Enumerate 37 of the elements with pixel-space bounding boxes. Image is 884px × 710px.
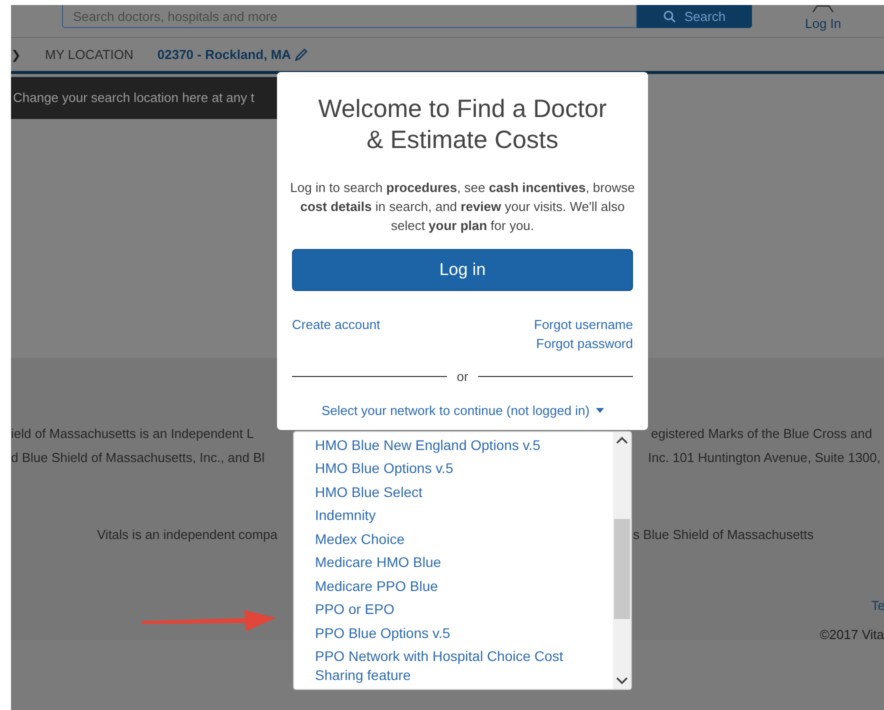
or-divider-text: or [456,368,468,386]
location-label: MY LOCATION [45,46,134,64]
footer-text: Inc. 101 Huntington Avenue, Suite 1300, [648,448,880,467]
network-option[interactable]: HMO Blue Options v.5 [315,456,585,480]
search-icon [663,10,676,23]
network-option[interactable]: Indemnity [315,504,585,527]
forgot-password-link[interactable]: Forgot password [536,334,633,353]
network-option[interactable]: Medicare PPO Blue [315,574,585,598]
location-link[interactable]: 02370 - Rockland, MA [157,44,308,64]
network-option[interactable]: PPO Network with Hospital Choice Cost Sharing feature [315,644,585,687]
network-option[interactable]: Medex Choice [315,527,585,550]
login-link[interactable]: Log In [805,5,842,34]
intro-text: Log in to search procedures, see cash incentives, browse cost details in search, and review your visits. We'll also select your plan for you. [290,179,635,235]
footer-text: ield of Massachusetts is an Independent L [11,426,254,441]
network-option[interactable]: HMO Blue New England Options v.5 [315,433,585,456]
login-button[interactable]: Log in [292,249,633,291]
footer-text: Vitals is an independent compa [97,527,278,542]
dialog-title: Welcome to Find a Doctor & Estimate Costs [317,94,608,156]
scrollbar[interactable] [613,432,631,689]
network-option[interactable]: PPO or EPO [315,598,585,621]
network-select[interactable]: Select your network to continue (not logged in) [321,400,604,420]
network-option[interactable]: HMO Blue Select [315,480,585,504]
pencil-icon [295,48,308,61]
footer-text: egistered Marks of the Blue Cross and [651,425,872,443]
forgot-username-link[interactable]: Forgot username [534,315,633,334]
copyright-text: ©2017 Vita [820,626,884,644]
scroll-up-icon[interactable] [616,436,628,444]
network-option[interactable]: Medicare HMO Blue [315,550,585,574]
caret-icon [596,408,604,413]
footer-text: d Blue Shield of Massachusetts, Inc., and Bl [11,450,265,464]
scroll-down-icon[interactable] [616,677,628,685]
chevron-icon[interactable]: ❯ [11,46,21,64]
create-account-link[interactable]: Create account [292,315,380,334]
scrollbar-thumb[interactable] [614,519,630,619]
search-button[interactable]: Search [637,5,752,28]
network-option[interactable]: PPO Blue Options v.5 [315,621,585,644]
footer-text: s Blue Shield of Massachusetts [633,526,814,544]
